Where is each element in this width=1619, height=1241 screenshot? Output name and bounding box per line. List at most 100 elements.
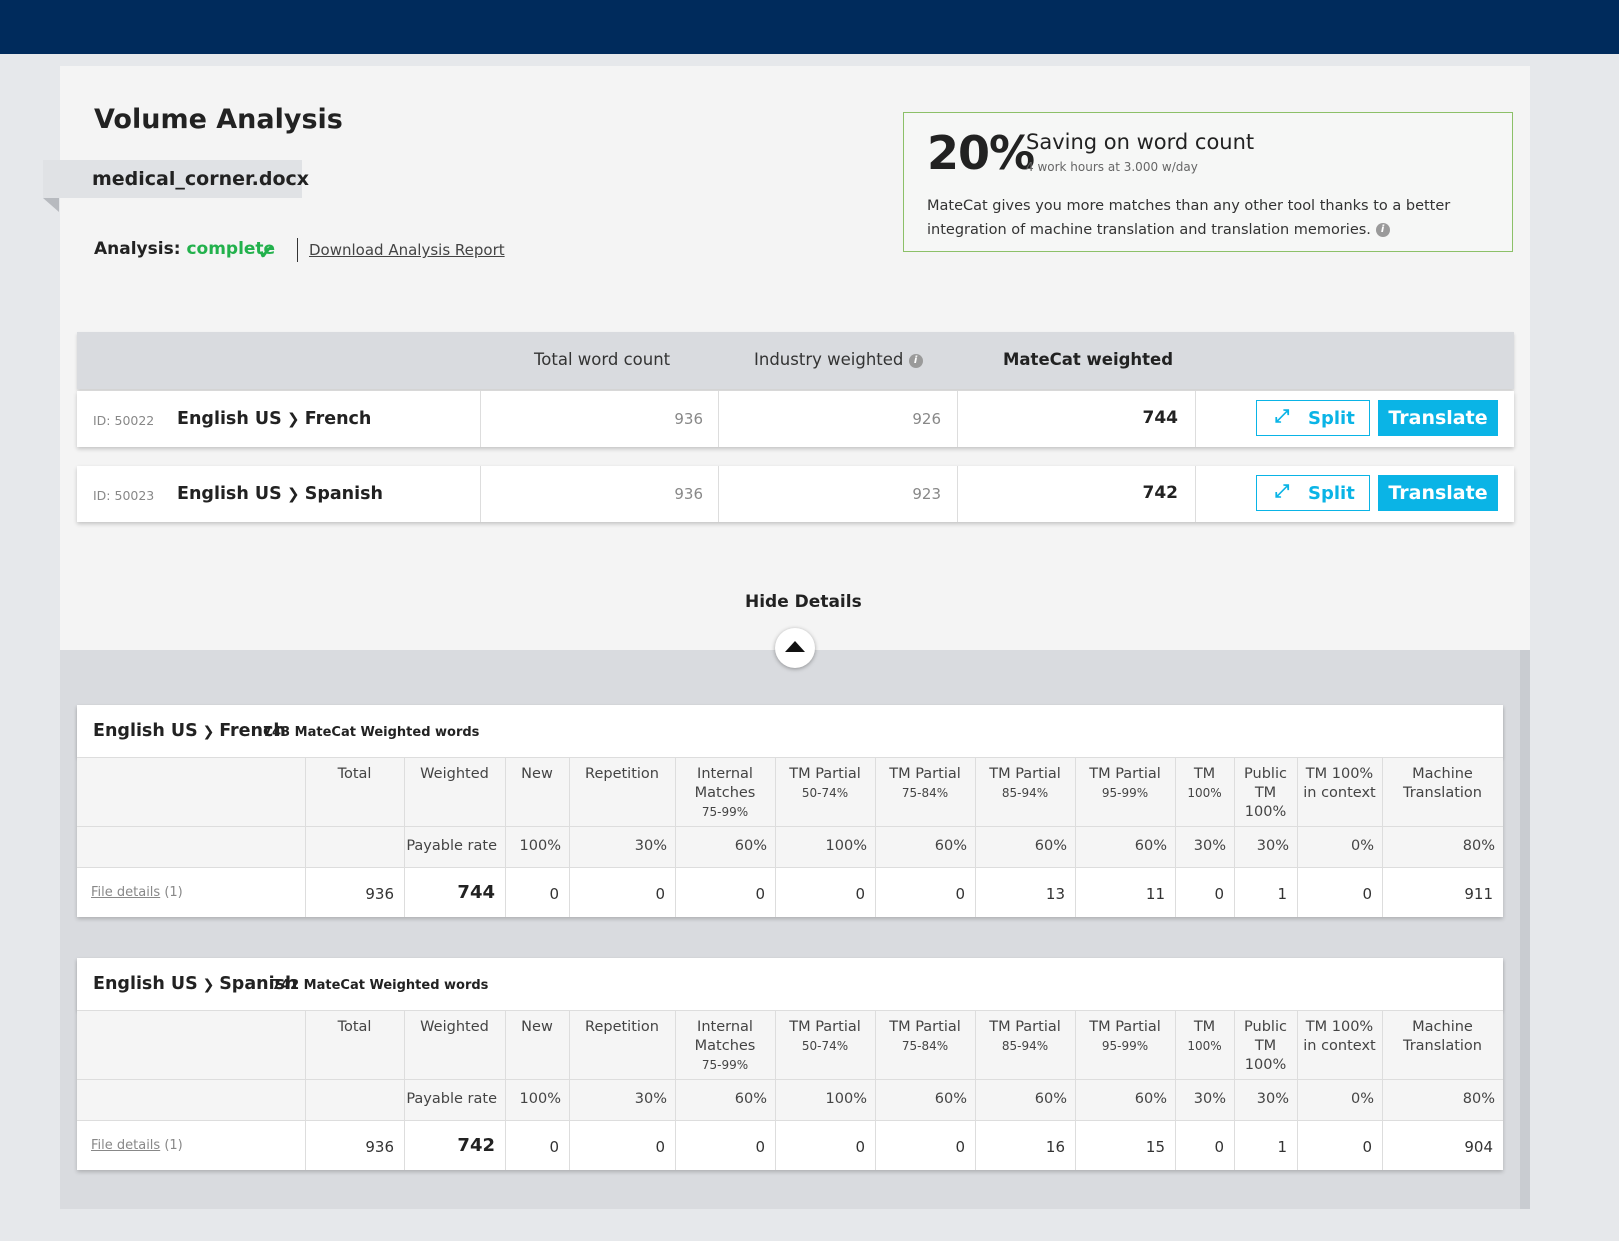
file-value: 0	[855, 885, 865, 903]
split-button[interactable]: ⤢ Split	[1256, 400, 1370, 436]
column-header: TM Partial 95-99%	[1075, 1018, 1175, 1056]
column-header-label: TM	[1193, 766, 1216, 782]
column-header-sub: 75-84%	[901, 786, 949, 800]
payable-rate: 60%	[1134, 838, 1167, 854]
expand-icon: ⤢	[1275, 481, 1290, 502]
column-header-label: Repetition	[585, 766, 659, 782]
cell-divider	[1195, 466, 1196, 522]
payable-rate: 100%	[519, 838, 561, 854]
file-value: 904	[1464, 1138, 1493, 1156]
column-header: Internal Matches 75-99%	[675, 1018, 775, 1075]
column-header-label: Weighted	[420, 766, 489, 782]
saving-description: MateCat gives you more matches than any …	[927, 194, 1487, 242]
column-header-sub: 75-84%	[901, 1039, 949, 1053]
weighted-words-count: 742 MateCat Weighted words	[272, 978, 489, 993]
details-panel-edge	[1520, 650, 1530, 1209]
header-industry-weighted-label: Industry weighted	[754, 350, 904, 369]
file-value: 0	[755, 885, 765, 903]
header-total-word-count: Total word count	[534, 350, 671, 369]
file-details-link[interactable]: File details (1)	[91, 885, 183, 900]
payable-rate: 60%	[1134, 1091, 1167, 1107]
payable-rate: 30%	[1256, 838, 1289, 854]
file-details-label: File details	[91, 885, 161, 900]
language-pair: English US ❯ Spanish	[93, 974, 297, 994]
column-header-label: Internal Matches	[694, 766, 756, 801]
column-header: TM Partial 50-74%	[775, 765, 875, 803]
hide-details-label[interactable]: Hide Details	[745, 592, 862, 612]
file-value: 0	[1362, 885, 1372, 903]
payable-rate: 0%	[1350, 838, 1374, 854]
payable-rate: 30%	[634, 1091, 667, 1107]
translate-button[interactable]: Translate	[1378, 400, 1498, 436]
payable-rate: 0%	[1350, 1091, 1374, 1107]
file-value: 11	[1145, 885, 1165, 903]
split-button[interactable]: ⤢ Split	[1256, 475, 1370, 511]
column-header-label: TM Partial	[1089, 766, 1161, 782]
column-header: New	[505, 765, 569, 784]
file-details-link[interactable]: File details (1)	[91, 1138, 183, 1153]
column-header: Machine Translation	[1382, 765, 1503, 803]
column-header-label: New	[521, 1019, 553, 1035]
column-header-sub: 85-94%	[1001, 786, 1049, 800]
language-pair: English US ❯ French	[177, 409, 371, 429]
split-button-label: Split	[1308, 408, 1355, 429]
file-value: 0	[1362, 1138, 1372, 1156]
file-value: 1	[1277, 1138, 1287, 1156]
column-header-label: TM Partial	[889, 766, 961, 782]
column-header: TM 100% in context	[1297, 1018, 1382, 1056]
payable-rate: 80%	[1462, 838, 1495, 854]
details-table-spanish: English US ❯ Spanish 742 MateCat Weighted…	[77, 958, 1503, 1170]
job-id: ID: 50022	[93, 413, 155, 428]
payable-rate-label: Payable rate	[406, 1091, 497, 1107]
column-header: TM Partial 50-74%	[775, 1018, 875, 1056]
saving-headline: Saving on word count	[1026, 130, 1255, 154]
cell-divider	[480, 391, 481, 447]
summary-row-french: ID: 50022 English US ❯ French 936 926 74…	[77, 391, 1514, 447]
arrow-up-icon	[785, 641, 805, 652]
column-header-sub: 100%	[1187, 1039, 1222, 1053]
payable-rate: 60%	[1034, 838, 1067, 854]
payable-rate: 30%	[1256, 1091, 1289, 1107]
analysis-label: Analysis:	[94, 239, 181, 259]
job-id: ID: 50023	[93, 488, 155, 503]
column-header-sub: 85-94%	[1001, 1039, 1049, 1053]
column-header: Public TM 100%	[1234, 765, 1297, 822]
chevron-right-icon: ❯	[197, 724, 220, 740]
file-count: (1)	[164, 885, 183, 900]
download-analysis-report-link[interactable]: Download Analysis Report	[309, 241, 505, 259]
column-header-sub: 75-99%	[701, 1058, 749, 1072]
page-title: Volume Analysis	[94, 104, 343, 135]
translate-button[interactable]: Translate	[1378, 475, 1498, 511]
file-value: 936	[365, 1138, 394, 1156]
column-header-label: TM Partial	[989, 1019, 1061, 1035]
payable-rate: 100%	[825, 1091, 867, 1107]
info-icon[interactable]: i	[1375, 223, 1390, 237]
saving-subline: 4 work hours at 3.000 w/day	[1026, 160, 1198, 174]
file-value: 0	[549, 885, 559, 903]
column-header-label: TM Partial	[1089, 1019, 1161, 1035]
payable-rate: 30%	[1193, 838, 1226, 854]
chevron-right-icon: ❯	[197, 977, 220, 993]
column-header: Total	[305, 1018, 404, 1037]
collapse-details-button[interactable]	[775, 628, 815, 668]
column-header-sub: 75-99%	[701, 805, 749, 819]
column-header-label: Machine Translation	[1402, 766, 1482, 801]
file-value: 0	[1214, 885, 1224, 903]
info-icon[interactable]: i	[908, 353, 923, 368]
payable-rate: 60%	[734, 1091, 767, 1107]
industry-weighted: 926	[912, 410, 941, 428]
file-value: 742	[457, 1135, 495, 1156]
file-value: 911	[1464, 885, 1493, 903]
column-header-label: Internal Matches	[694, 1019, 756, 1054]
file-value: 0	[655, 885, 665, 903]
column-header: Weighted	[404, 765, 505, 784]
column-header: TM Partial 75-84%	[875, 1018, 975, 1056]
column-header: TM Partial 95-99%	[1075, 765, 1175, 803]
payable-rate: 60%	[734, 838, 767, 854]
column-header-sub: 50-74%	[801, 1039, 849, 1053]
column-header-label: Total	[337, 1019, 372, 1035]
column-header: Weighted	[404, 1018, 505, 1037]
payable-rate: 30%	[634, 838, 667, 854]
payable-rate: 100%	[825, 838, 867, 854]
file-value: 0	[955, 1138, 965, 1156]
